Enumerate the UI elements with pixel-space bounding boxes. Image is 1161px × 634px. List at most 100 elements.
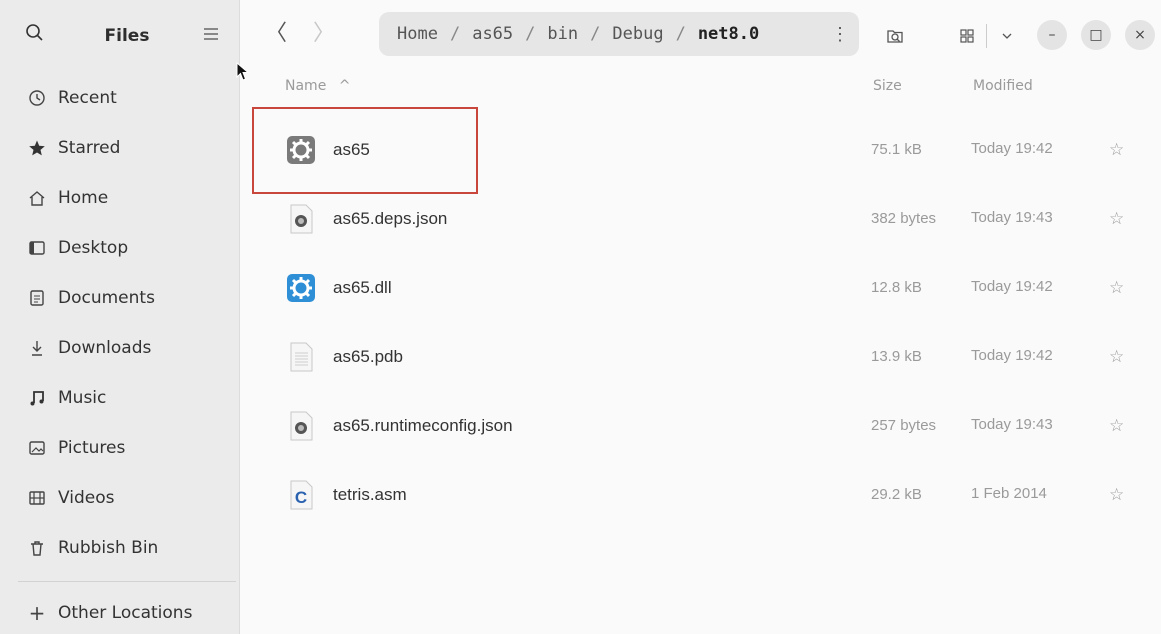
dll-gear-icon xyxy=(285,272,317,304)
sidebar-item-label: Desktop xyxy=(58,238,129,258)
mouse-cursor-icon xyxy=(236,61,250,82)
path-menu-button[interactable]: ⋮ xyxy=(831,24,849,45)
chevron-down-icon[interactable] xyxy=(993,22,1021,50)
column-header-size[interactable]: Size xyxy=(873,78,902,94)
document-icon xyxy=(26,287,48,309)
file-size: 29.2 kB xyxy=(871,486,922,503)
sidebar-item-label: Pictures xyxy=(58,438,126,458)
file-modified: Today 19:43 xyxy=(971,416,1053,433)
json-file-icon xyxy=(285,410,317,442)
sidebar-item-pictures[interactable]: Pictures xyxy=(0,423,240,473)
breadcrumb-home[interactable]: Home xyxy=(397,24,438,44)
film-icon xyxy=(26,487,48,509)
star-toggle-icon[interactable]: ☆ xyxy=(1109,140,1124,160)
column-headers: Name ^ Size Modified xyxy=(241,72,1161,108)
search-icon[interactable] xyxy=(24,22,46,44)
close-button[interactable]: × xyxy=(1125,20,1155,50)
picture-icon xyxy=(26,437,48,459)
sidebar-other-section: + Other Locations xyxy=(0,588,240,634)
sidebar-places: Recent Starred Home Desktop Documents Do… xyxy=(0,73,240,573)
star-toggle-icon[interactable]: ☆ xyxy=(1109,278,1124,298)
sidebar-item-other-locations[interactable]: + Other Locations xyxy=(0,588,240,634)
sidebar-item-starred[interactable]: Starred xyxy=(0,123,240,173)
sidebar-header: Files xyxy=(0,0,239,72)
desktop-icon xyxy=(26,237,48,259)
file-size: 257 bytes xyxy=(871,417,937,434)
sidebar-item-label: Downloads xyxy=(58,338,152,358)
file-size: 12.8 kB xyxy=(871,279,922,296)
hamburger-icon[interactable] xyxy=(202,26,220,42)
sidebar-item-label: Other Locations xyxy=(58,603,193,623)
sidebar: Files Recent Starred Home Desktop Docume… xyxy=(0,0,240,634)
file-size: 75.1 kB xyxy=(871,141,922,158)
star-icon xyxy=(26,137,48,159)
search-folder-icon[interactable] xyxy=(881,22,909,50)
sort-ascending-icon: ^ xyxy=(338,78,351,94)
sidebar-item-recent[interactable]: Recent xyxy=(0,73,240,123)
c-source-file-icon: C xyxy=(285,479,317,511)
breadcrumb-debug[interactable]: Debug xyxy=(612,24,663,44)
sidebar-item-label: Videos xyxy=(58,488,115,508)
breadcrumb: Home / as65 / bin / Debug / net8.0 ⋮ xyxy=(379,12,859,56)
json-file-icon xyxy=(285,203,317,235)
sidebar-item-downloads[interactable]: Downloads xyxy=(0,323,240,373)
file-row[interactable]: C tetris.asm 29.2 kB 1 Feb 2014 ☆ xyxy=(241,457,1161,526)
file-name: tetris.asm xyxy=(333,485,407,504)
sidebar-item-label: Starred xyxy=(58,138,121,158)
sidebar-item-music[interactable]: Music xyxy=(0,373,240,423)
clock-icon xyxy=(26,87,48,109)
minimize-button[interactable]: – xyxy=(1037,20,1067,50)
file-row[interactable]: as65.pdb 13.9 kB Today 19:42 ☆ xyxy=(241,319,1161,388)
file-name: as65.dll xyxy=(333,278,392,297)
breadcrumb-separator: / xyxy=(525,24,536,44)
maximize-button[interactable]: □ xyxy=(1081,20,1111,50)
text-file-icon xyxy=(285,341,317,373)
forward-button[interactable]: 〉 xyxy=(311,20,337,50)
sidebar-item-label: Rubbish Bin xyxy=(58,538,159,558)
sidebar-item-home[interactable]: Home xyxy=(0,173,240,223)
trash-icon xyxy=(26,537,48,559)
file-size: 382 bytes xyxy=(871,210,937,227)
file-modified: Today 19:42 xyxy=(971,278,1053,295)
header-bar: 〈 〉 Home / as65 / bin / Debug / net8.0 ⋮… xyxy=(241,0,1161,72)
star-toggle-icon[interactable]: ☆ xyxy=(1109,347,1124,367)
sidebar-item-label: Music xyxy=(58,388,107,408)
file-name: as65.pdb xyxy=(333,347,403,366)
file-modified: Today 19:42 xyxy=(971,140,1053,157)
grid-view-icon[interactable] xyxy=(953,22,981,50)
file-row[interactable]: as65.dll 12.8 kB Today 19:42 ☆ xyxy=(241,250,1161,319)
breadcrumb-as65[interactable]: as65 xyxy=(472,24,513,44)
breadcrumb-current[interactable]: net8.0 xyxy=(698,24,759,44)
breadcrumb-separator: / xyxy=(590,24,601,44)
file-name: as65.deps.json xyxy=(333,209,448,228)
file-row[interactable]: as65.runtimeconfig.json 257 bytes Today … xyxy=(241,388,1161,457)
file-size: 13.9 kB xyxy=(871,348,922,365)
file-modified: 1 Feb 2014 xyxy=(971,485,1047,502)
download-icon xyxy=(26,337,48,359)
sidebar-item-documents[interactable]: Documents xyxy=(0,273,240,323)
toolbar-divider xyxy=(986,24,987,48)
file-modified: Today 19:42 xyxy=(971,347,1053,364)
star-toggle-icon[interactable]: ☆ xyxy=(1109,209,1124,229)
svg-text:C: C xyxy=(295,488,307,507)
column-header-label: Name xyxy=(285,78,327,94)
sidebar-item-videos[interactable]: Videos xyxy=(0,473,240,523)
breadcrumb-bin[interactable]: bin xyxy=(547,24,578,44)
home-icon xyxy=(26,187,48,209)
column-header-modified[interactable]: Modified xyxy=(973,78,1033,94)
star-toggle-icon[interactable]: ☆ xyxy=(1109,416,1124,436)
back-button[interactable]: 〈 xyxy=(263,20,289,50)
music-icon xyxy=(26,387,48,409)
sidebar-divider xyxy=(18,581,236,582)
column-header-name[interactable]: Name ^ xyxy=(285,78,351,94)
sidebar-item-label: Home xyxy=(58,188,109,208)
app-title: Files xyxy=(104,26,150,46)
sidebar-item-rubbish-bin[interactable]: Rubbish Bin xyxy=(0,523,240,573)
star-toggle-icon[interactable]: ☆ xyxy=(1109,485,1124,505)
sidebar-item-label: Recent xyxy=(58,88,117,108)
breadcrumb-separator: / xyxy=(675,24,686,44)
plus-icon: + xyxy=(28,601,46,625)
breadcrumb-separator: / xyxy=(449,24,461,44)
sidebar-item-desktop[interactable]: Desktop xyxy=(0,223,240,273)
file-name: as65.runtimeconfig.json xyxy=(333,416,513,435)
